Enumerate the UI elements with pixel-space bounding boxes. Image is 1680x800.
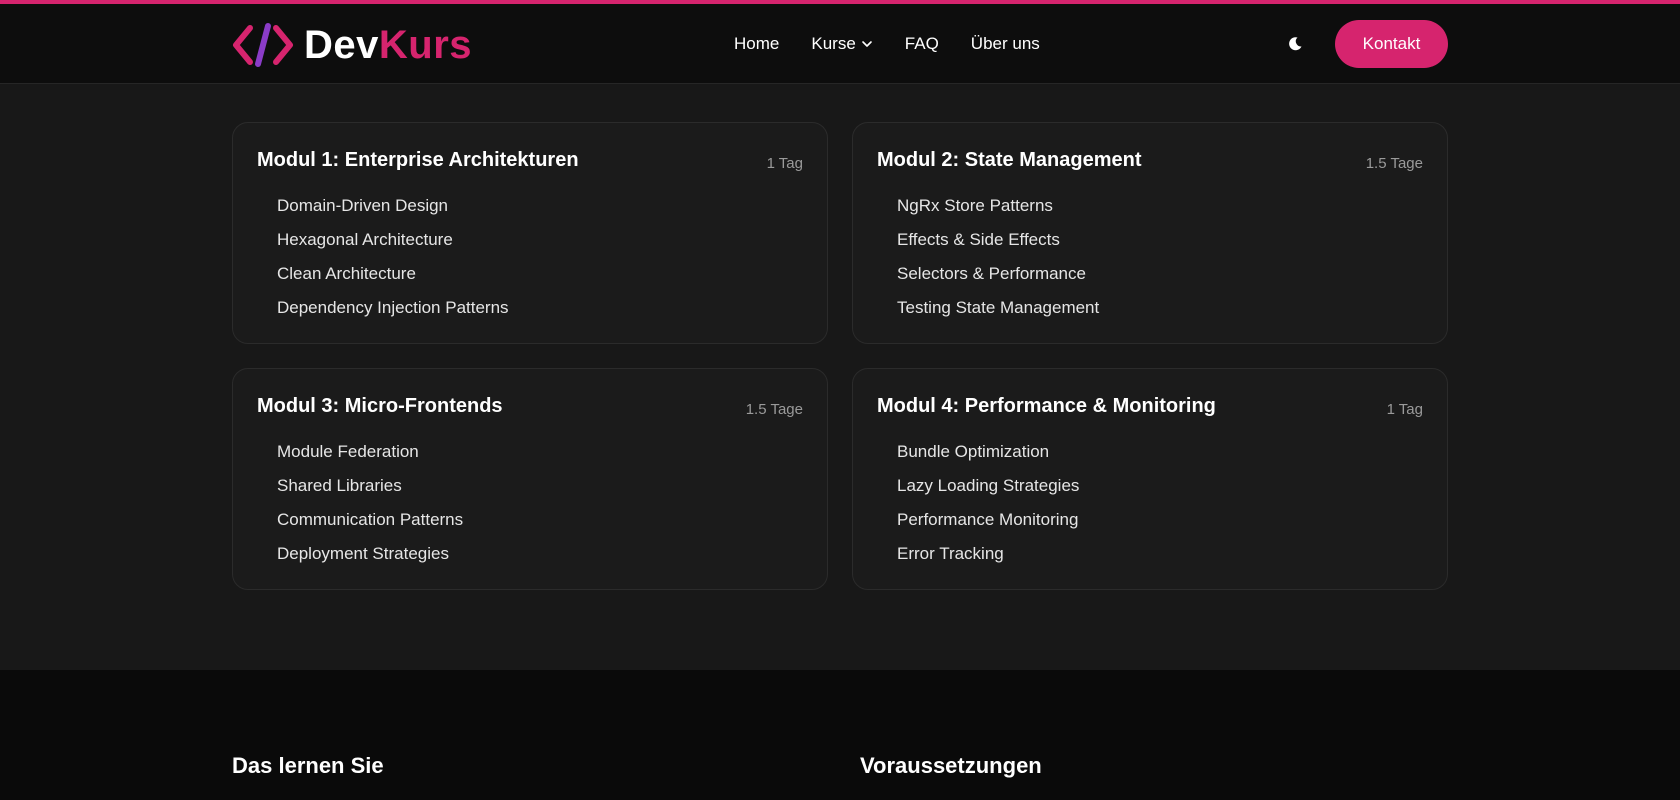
- module-card: Modul 1: Enterprise Architekturen 1 Tag …: [232, 122, 828, 344]
- module-card: Modul 3: Micro-Frontends 1.5 Tage Module…: [232, 368, 828, 590]
- logo-link[interactable]: DevKurs: [232, 20, 472, 70]
- brand-name: DevKurs: [304, 23, 472, 68]
- nav-kurse-label: Kurse: [811, 34, 856, 53]
- module-topic: NgRx Store Patterns: [897, 196, 1053, 215]
- nav-faq[interactable]: FAQ: [905, 34, 939, 54]
- module-card: Modul 4: Performance & Monitoring 1 Tag …: [852, 368, 1448, 590]
- requirements-heading: Voraussetzungen: [860, 753, 1042, 778]
- learn-heading: Das lernen Sie: [232, 753, 384, 778]
- main-nav: Home Kurse FAQ Über uns: [734, 4, 1072, 84]
- module-topic: Bundle Optimization: [897, 442, 1050, 461]
- details-section: Das lernen Sie Voraussetzungen: [0, 670, 1680, 800]
- module-topic: Error Tracking: [897, 544, 1004, 563]
- module-topic-list: Domain-Driven Design Hexagonal Architect…: [277, 189, 509, 325]
- module-topic: Lazy Loading Strategies: [897, 476, 1080, 495]
- module-topic: Dependency Injection Patterns: [277, 298, 509, 317]
- module-topic: Testing State Management: [897, 298, 1100, 317]
- brand-name-part1: Dev: [304, 22, 379, 67]
- module-duration: 1.5 Tage: [1365, 155, 1423, 172]
- module-topic-list: NgRx Store Patterns Effects & Side Effec…: [897, 189, 1099, 325]
- module-title: Modul 4: Performance & Monitoring: [877, 395, 1216, 417]
- theme-toggle-button[interactable]: [1283, 32, 1307, 56]
- module-topic: Shared Libraries: [277, 476, 402, 495]
- code-brackets-icon: [233, 23, 293, 67]
- module-topic: Communication Patterns: [277, 510, 464, 529]
- chevron-down-icon: [861, 41, 872, 47]
- module-card: Modul 2: State Management 1.5 Tage NgRx …: [852, 122, 1448, 344]
- contact-button[interactable]: Kontakt: [1335, 20, 1448, 68]
- module-title: Modul 3: Micro-Frontends: [257, 395, 503, 417]
- nav-kurse-dropdown[interactable]: Kurse: [811, 34, 872, 54]
- module-duration: 1 Tag: [1386, 401, 1423, 418]
- module-topic-list: Bundle Optimization Lazy Loading Strateg…: [897, 435, 1079, 571]
- module-duration: 1.5 Tage: [745, 401, 803, 418]
- module-topic: Clean Architecture: [277, 264, 416, 283]
- moon-icon: [1289, 37, 1302, 51]
- module-topic: Performance Monitoring: [897, 510, 1079, 529]
- module-duration: 1 Tag: [766, 155, 803, 172]
- module-title: Modul 1: Enterprise Architekturen: [257, 149, 579, 171]
- module-topic: Selectors & Performance: [897, 264, 1086, 283]
- module-topic-list: Module Federation Shared Libraries Commu…: [277, 435, 463, 571]
- module-topic: Hexagonal Architecture: [277, 230, 453, 249]
- module-title: Modul 2: State Management: [877, 149, 1142, 171]
- site-header: DevKurs Home Kurse FAQ Über uns Kontakt: [0, 4, 1680, 84]
- module-topic: Module Federation: [277, 442, 419, 461]
- brand-name-part2: Kurs: [378, 22, 473, 67]
- module-topic: Deployment Strategies: [277, 544, 449, 563]
- module-topic: Effects & Side Effects: [897, 230, 1060, 249]
- module-topic: Domain-Driven Design: [277, 196, 449, 215]
- nav-home[interactable]: Home: [734, 34, 779, 54]
- nav-ueber-uns[interactable]: Über uns: [971, 34, 1040, 54]
